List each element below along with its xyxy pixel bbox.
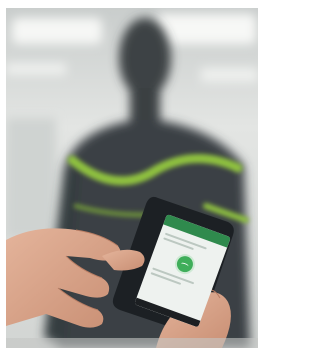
photo-frame [0, 0, 263, 354]
photo-scene [6, 8, 258, 348]
signal-arc-icon[interactable] [174, 253, 196, 275]
photo [6, 8, 258, 348]
